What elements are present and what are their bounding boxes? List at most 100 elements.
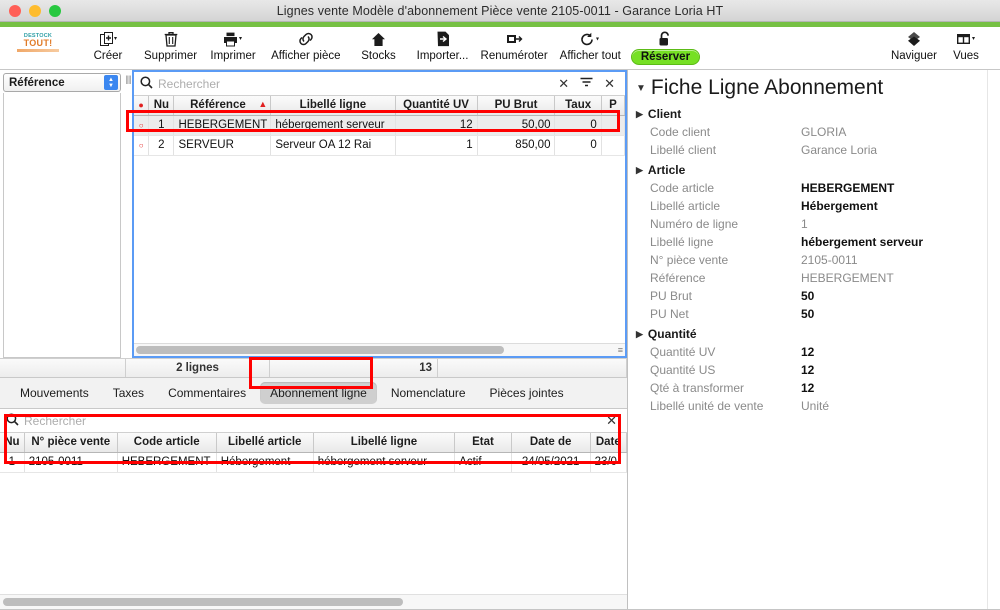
- toolbar-label-stocks: Stocks: [361, 50, 396, 62]
- grid-resize-handle[interactable]: ≡: [618, 345, 623, 354]
- toolbar-button-renumeroter[interactable]: Renuméroter: [481, 27, 548, 62]
- reference-select[interactable]: Référence ▲ ▼: [3, 73, 121, 92]
- chevron-down-icon[interactable]: ▼: [636, 83, 646, 94]
- cell-quantite-uv: 12: [395, 115, 478, 136]
- lower-search-bar: ✕: [0, 409, 627, 433]
- toolbar-button-supprimer[interactable]: Supprimer: [144, 27, 197, 62]
- main-grid-hscroll-thumb[interactable]: [136, 346, 504, 354]
- cell-date-de: 24/05/2021: [511, 452, 591, 473]
- cell-nu: 1: [0, 452, 25, 473]
- page-title: Fiche Ligne Abonnement: [650, 76, 884, 99]
- field-value: 50: [801, 307, 815, 321]
- row-marker-icon[interactable]: ○: [134, 115, 150, 136]
- main-grid-hscrollbar[interactable]: ≡: [134, 343, 625, 356]
- tab-mouvements[interactable]: Mouvements: [10, 382, 99, 404]
- maximize-button[interactable]: [49, 4, 61, 17]
- toolbar-button-afficher-piece[interactable]: Afficher pièce: [271, 27, 341, 62]
- add-document-icon: [99, 29, 117, 49]
- detail-field-reference: Référence HEBERGEMENT: [636, 269, 1000, 287]
- tab-bar: Mouvements Taxes Commentaires Abonnement…: [0, 377, 627, 409]
- col-header-date[interactable]: Date: [590, 433, 627, 453]
- tab-pieces-jointes[interactable]: Pièces jointes: [480, 382, 574, 404]
- table-row[interactable]: ○ 2 SERVEUR Serveur OA 12 Rai 1 850,00 0: [134, 135, 625, 156]
- toolbar-label-afficher-tout: Afficher tout: [559, 50, 621, 62]
- logo-underline: [17, 49, 59, 53]
- tab-taxes[interactable]: Taxes: [103, 382, 154, 404]
- lower-grid-hscrollbar[interactable]: [0, 595, 627, 609]
- status-lines-count: 2 lignes: [126, 359, 270, 377]
- tab-commentaires[interactable]: Commentaires: [158, 382, 256, 404]
- detail-group-article[interactable]: ▶ Article: [636, 161, 1000, 179]
- field-key: N° pièce vente: [650, 253, 729, 267]
- toolbar-button-creer[interactable]: Créer: [82, 27, 134, 62]
- field-value: 2105-0011: [801, 253, 858, 267]
- minimize-button[interactable]: [29, 4, 41, 17]
- toolbar-button-naviguer[interactable]: Naviguer: [888, 27, 940, 62]
- toolbar-button-vues[interactable]: Vues: [940, 27, 992, 62]
- pane-divider-grip[interactable]: ||||: [124, 70, 132, 358]
- red-dot-icon: ●: [138, 100, 144, 111]
- detail-title-row[interactable]: ▼ Fiche Ligne Abonnement: [636, 76, 1000, 100]
- cell-libelle-article: Hébergement: [216, 452, 314, 473]
- col-header-nu[interactable]: Nu: [0, 433, 25, 453]
- main-grid[interactable]: ● Nu Référence ▲ Libellé ligne Quantité …: [134, 96, 625, 343]
- main-search-input[interactable]: [158, 76, 553, 91]
- lower-panel: ✕ Nu N° pièce vente Cod: [0, 409, 627, 609]
- chevron-right-icon[interactable]: ▶: [636, 109, 643, 120]
- col-header-marker[interactable]: ●: [134, 96, 150, 116]
- stepper-icon[interactable]: ▲ ▼: [104, 75, 118, 90]
- toolbar-button-stocks[interactable]: Stocks: [353, 27, 405, 62]
- row-marker-icon[interactable]: ○: [134, 135, 150, 156]
- lower-grid-hscroll-thumb[interactable]: [3, 598, 403, 606]
- toolbar-label-reserver[interactable]: Réserver: [630, 49, 701, 65]
- col-header-taux[interactable]: Taux: [554, 96, 602, 116]
- tab-nomenclature[interactable]: Nomenclature: [381, 382, 476, 404]
- toolbar-button-imprimer[interactable]: Imprimer: [207, 27, 259, 62]
- table-row[interactable]: 1 2105-0011 HEBERGEMENT Hébergement hébe…: [0, 452, 627, 473]
- detail-field-code-client: Code client GLORIA: [636, 123, 1000, 141]
- toolbar-button-reserver[interactable]: Réserver: [630, 27, 701, 65]
- toolbar-button-afficher-tout[interactable]: Afficher tout: [560, 27, 621, 62]
- reference-list[interactable]: [3, 93, 121, 358]
- tab-abonnement-ligne[interactable]: Abonnement ligne: [260, 382, 377, 404]
- col-header-etat[interactable]: Etat: [454, 433, 512, 453]
- detail-group-client[interactable]: ▶ Client: [636, 105, 1000, 123]
- detail-group-quantite[interactable]: ▶ Quantité: [636, 325, 1000, 343]
- filter-icon[interactable]: [575, 77, 598, 91]
- lower-search-input[interactable]: [24, 413, 601, 428]
- detail-pane: ▼ Fiche Ligne Abonnement ▶ Client Code c…: [628, 70, 1000, 609]
- main-search-clear-icon[interactable]: ✕: [552, 76, 575, 92]
- field-key: Référence: [650, 271, 706, 285]
- col-header-date-de[interactable]: Date de: [511, 433, 591, 453]
- reference-column: Référence ▲ ▼: [0, 70, 124, 358]
- main-body: Référence ▲▼ |||| ✕: [0, 70, 1000, 609]
- toolbar: DESTOCK TOUT! Créer Supprimer Imprimer A…: [0, 27, 1000, 70]
- col-header-piece-vente[interactable]: N° pièce vente: [24, 433, 118, 453]
- detail-group-label: Quantité: [647, 327, 697, 341]
- left-pane: Référence ▲▼ |||| ✕: [0, 70, 628, 609]
- chevron-right-icon[interactable]: ▶: [636, 329, 643, 340]
- col-header-reference[interactable]: Référence ▲: [173, 96, 272, 116]
- table-row[interactable]: ○ 1 HEBERGEMENT hébergement serveur 12 5…: [134, 115, 625, 136]
- detail-group-label: Article: [647, 163, 686, 177]
- detail-field-code-article: Code article HEBERGEMENT: [636, 179, 1000, 197]
- field-value: 50: [801, 289, 815, 303]
- chevron-right-icon[interactable]: ▶: [636, 165, 643, 176]
- detail-pane-scrollbar[interactable]: [987, 70, 1000, 609]
- toolbar-button-importer[interactable]: Importer...: [417, 27, 469, 62]
- sort-ascending-icon: ▲: [258, 99, 268, 110]
- col-header-libelle-ligne[interactable]: Libellé ligne: [270, 96, 396, 116]
- col-header-pu-brut[interactable]: PU Brut: [477, 96, 556, 116]
- col-header-quantite-uv[interactable]: Quantité UV: [395, 96, 478, 116]
- lower-search-clear-icon[interactable]: ✕: [600, 413, 623, 429]
- col-header-p[interactable]: P: [601, 96, 625, 116]
- close-button[interactable]: [9, 4, 21, 17]
- col-header-code-article[interactable]: Code article: [117, 433, 217, 453]
- cell-date: 23/0: [590, 452, 627, 473]
- window-controls[interactable]: [0, 4, 61, 17]
- col-header-nu[interactable]: Nu: [148, 96, 175, 116]
- col-header-libelle-article[interactable]: Libellé article: [216, 433, 314, 453]
- main-panel-close-icon[interactable]: ✕: [598, 76, 621, 92]
- col-header-libelle-ligne[interactable]: Libellé ligne: [313, 433, 456, 453]
- lower-grid[interactable]: Nu N° pièce vente Code article Libellé a…: [0, 433, 627, 595]
